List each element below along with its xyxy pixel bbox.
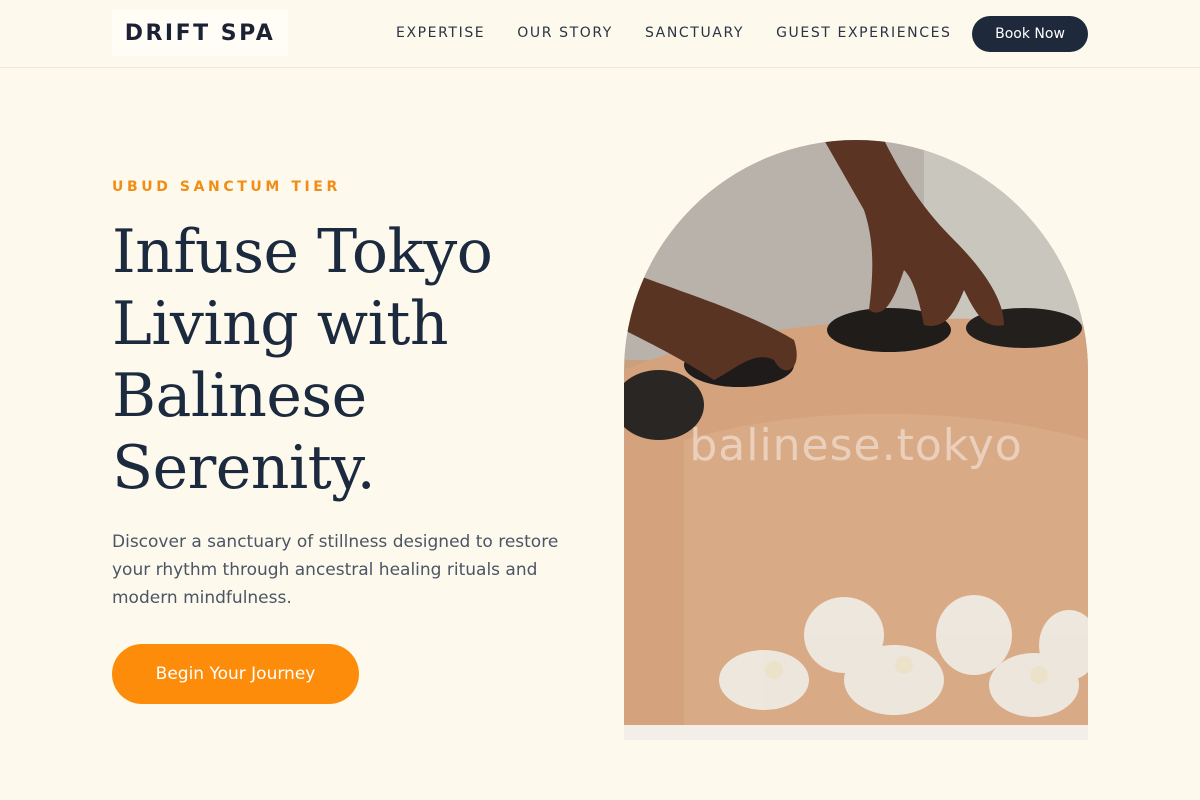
hero-eyebrow: UBUD SANCTUM TIER [112, 179, 341, 195]
hero-description: Discover a sanctuary of stillness design… [112, 532, 559, 608]
nav-link-guest-experiences[interactable]: GUEST EXPERIENCES [776, 22, 951, 44]
book-now-button[interactable]: Book Now [972, 16, 1088, 52]
begin-journey-button[interactable]: Begin Your Journey [112, 644, 359, 704]
nav-link-expertise[interactable]: EXPERTISE [396, 22, 485, 44]
main-nav: EXPERTISE OUR STORY SANCTUARY GUEST EXPE… [396, 22, 952, 44]
site-header: DRIFT SPA EXPERTISE OUR STORY SANCTUARY … [0, 0, 1200, 68]
hero-headline: Infuse Tokyo Living with Balinese Sereni… [112, 217, 493, 503]
image-watermark: balinese.tokyo [689, 420, 1023, 471]
hero-image: balinese.tokyo [624, 140, 1088, 740]
nav-link-our-story[interactable]: OUR STORY [517, 22, 613, 44]
nav-link-sanctuary[interactable]: SANCTUARY [645, 22, 744, 44]
brand-logo[interactable]: DRIFT SPA [112, 10, 288, 56]
